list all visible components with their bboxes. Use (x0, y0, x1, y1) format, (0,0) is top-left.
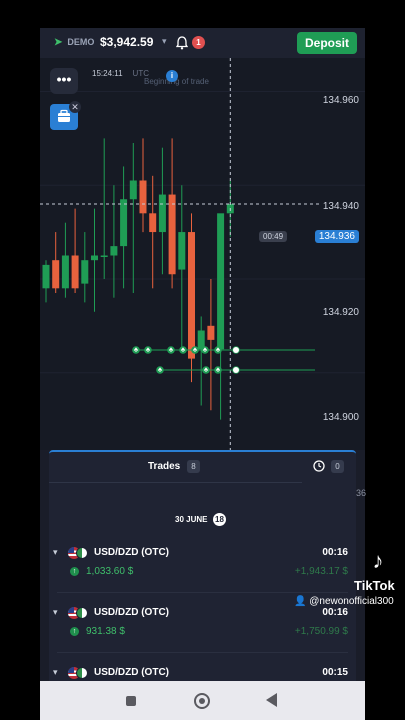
candle-body (81, 260, 89, 284)
chevron-down-icon[interactable]: ▾ (53, 667, 58, 678)
trade-pair: USD/DZD (OTC) (94, 667, 169, 678)
tiktok-brand: TikTok (354, 578, 395, 593)
date-count-badge: 18 (213, 513, 226, 526)
candle-body (91, 255, 98, 261)
phone-screen: ➤ DEMO $3,942.59 ▾ 1 Deposit ••• ✕ 15:24:… (40, 28, 365, 720)
account-mode[interactable]: ➤ DEMO (54, 37, 94, 48)
candle-body (139, 180, 147, 214)
candle-body (217, 213, 225, 350)
arrow-up-icon: ↑ (70, 567, 79, 576)
candle-body (61, 255, 69, 289)
currency-flags-icon (68, 547, 89, 559)
creator-handle-text: @newonofficial300 (309, 596, 394, 607)
pending-count-badge: 0 (331, 460, 344, 473)
creator-handle: 👤 @newonofficial300 (294, 596, 394, 607)
bell-icon[interactable] (176, 36, 188, 50)
menu-button[interactable]: ••• (50, 68, 78, 94)
candle-body (188, 232, 195, 359)
divider (57, 592, 348, 593)
date-header: 30 JUNE (175, 515, 208, 524)
edge-text: 36 (356, 488, 367, 498)
price-tick-label: 134.940 (322, 201, 359, 212)
candle-body (100, 255, 108, 257)
candle-body (110, 246, 118, 256)
candle-body (71, 255, 79, 289)
trade-end-marker (233, 367, 239, 373)
arrow-up-icon: ↑ (70, 627, 79, 636)
chevron-down-icon[interactable]: ▾ (53, 607, 58, 618)
tiktok-logo-icon: ♪ (372, 548, 384, 573)
trades-count-badge: 8 (187, 460, 200, 473)
trade-item[interactable]: ▾ USD/DZD (OTC) 00:16 ↑ 931.38 $ +1,750.… (49, 601, 356, 653)
price-tick-label: 134.900 (322, 412, 359, 423)
trade-duration: 00:16 (322, 607, 348, 618)
candle-body (129, 180, 137, 200)
trade-pair: USD/DZD (OTC) (94, 607, 169, 618)
send-icon: ➤ (54, 37, 63, 48)
android-nav-bar (40, 681, 365, 720)
divider (57, 652, 348, 653)
trades-panel: Trades 8 0 30 JUNE 18 ▾ USD/DZD (OTC) 00… (49, 450, 356, 720)
info-icon[interactable]: i (166, 70, 178, 82)
trade-duration: 00:15 (322, 667, 348, 678)
balance[interactable]: $3,942.59 (100, 35, 153, 49)
currency-flags-icon (68, 607, 89, 619)
account-mode-label: DEMO (67, 37, 95, 47)
candle-body (120, 199, 128, 247)
price-chart[interactable]: ••• ✕ 15:24:11 UTC Beginning of trade i 1… (40, 58, 365, 450)
trade-end-marker (233, 347, 239, 353)
candle-body (149, 213, 157, 233)
price-tick-label: 134.960 (322, 95, 359, 106)
price-tick-label: 134.920 (322, 307, 359, 318)
current-price-tag: 134.936 (314, 230, 359, 243)
candle-body (197, 330, 205, 350)
chevron-down-icon[interactable]: ▾ (53, 547, 58, 558)
deposit-button[interactable]: Deposit (297, 32, 357, 54)
candlestick-chart (40, 58, 365, 450)
candle-body (168, 194, 176, 275)
tab-trades-label: Trades (148, 461, 181, 472)
recents-button[interactable] (126, 696, 136, 706)
trade-amount: 1,033.60 $ (86, 566, 134, 577)
trade-amount: 931.38 $ (86, 626, 125, 637)
candle-body (158, 194, 166, 233)
candle-body (42, 264, 50, 289)
home-button[interactable] (194, 693, 210, 709)
notification-badge: 1 (192, 36, 205, 49)
candle-body (52, 260, 60, 289)
trade-profit: +1,750.99 $ (294, 626, 348, 637)
back-button[interactable] (266, 693, 277, 707)
close-icon[interactable]: ✕ (69, 101, 81, 113)
time-readout: 15:24:11 UTC (92, 69, 149, 78)
time-label: 15:24:11 (92, 69, 123, 78)
trades-tab-bar: Trades 8 0 (49, 452, 356, 483)
trade-duration: 00:16 (322, 547, 348, 558)
trade-item[interactable]: ▾ USD/DZD (OTC) 00:16 ↑ 1,033.60 $ +1,94… (49, 541, 356, 593)
chevron-down-icon[interactable]: ▾ (162, 36, 167, 47)
clock-icon[interactable] (313, 460, 325, 472)
tab-trades[interactable]: Trades 8 (49, 452, 302, 483)
candle-body (178, 232, 186, 270)
top-bar: ➤ DEMO $3,942.59 ▾ 1 Deposit (40, 28, 365, 58)
expiry-timer: 00:49 (259, 231, 288, 242)
currency-flags-icon (68, 667, 89, 679)
candle-body (207, 325, 215, 340)
user-icon: 👤 (294, 596, 310, 607)
trade-profit: +1,943.17 $ (294, 566, 348, 577)
trade-pair: USD/DZD (OTC) (94, 547, 169, 558)
